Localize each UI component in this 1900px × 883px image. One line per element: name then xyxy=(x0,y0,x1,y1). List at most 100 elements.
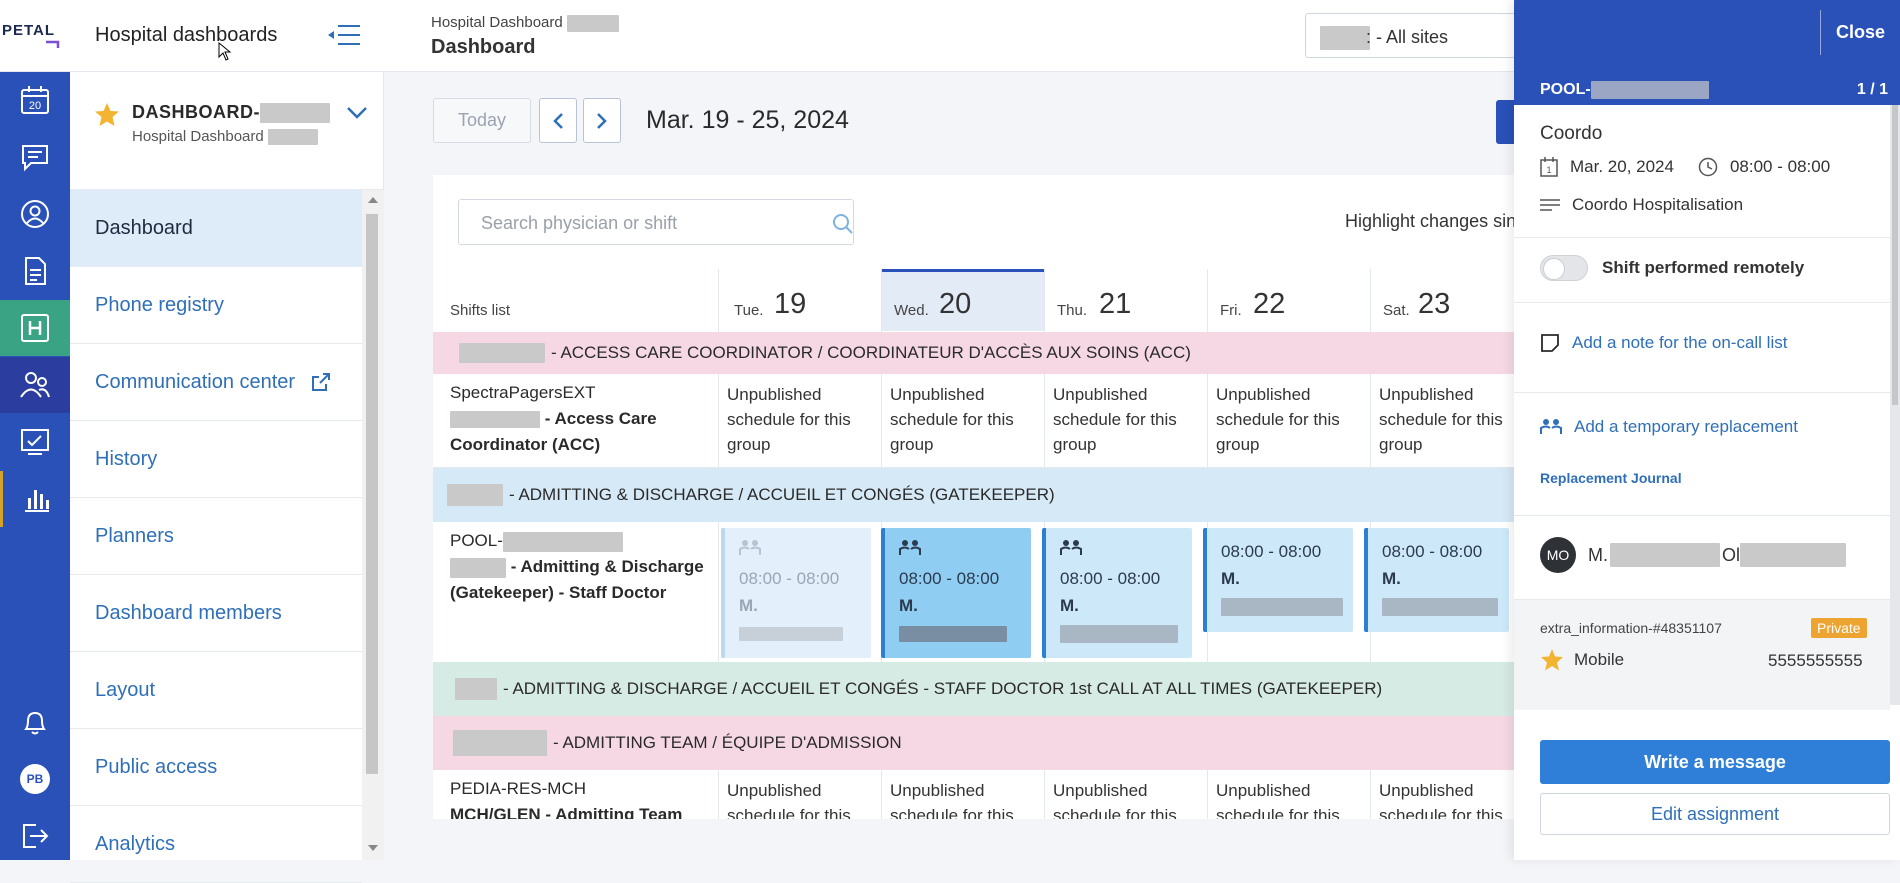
nav-item-phone-registry[interactable]: Phone registry xyxy=(70,267,362,344)
next-week-button[interactable] xyxy=(583,98,621,143)
date-range: Mar. 19 - 25, 2024 xyxy=(646,106,849,134)
chevron-down-icon[interactable] xyxy=(346,106,368,120)
chevron-right-icon xyxy=(597,112,607,129)
remote-toggle[interactable] xyxy=(1540,255,1588,281)
group-header-staff-first-call[interactable]: - ADMITTING & DISCHARGE / ACCUEIL ET CON… xyxy=(433,662,1515,716)
assigned-member[interactable]: MO M. Ol xyxy=(1540,537,1846,573)
nav-item-label: Public access xyxy=(95,755,218,778)
nav-item-planners[interactable]: Planners xyxy=(70,498,362,575)
replacement-journal-link[interactable]: Replacement Journal xyxy=(1540,470,1682,486)
rail-logout[interactable] xyxy=(0,808,70,864)
shift-label[interactable]: POOL- - Admitting & Discharge (Gatekeepe… xyxy=(450,528,704,606)
nav-item-communication-center[interactable]: Communication center xyxy=(70,344,362,421)
rail-calendar[interactable]: 20 xyxy=(0,72,70,128)
close-button[interactable]: Close xyxy=(1820,10,1900,55)
redacted-block xyxy=(450,411,540,429)
nav-item-label: Phone registry xyxy=(95,293,224,316)
scroll-thumb[interactable] xyxy=(366,214,378,774)
result-count: 1 / 1 xyxy=(1856,81,1888,98)
day-header-thu[interactable]: Thu. 21 xyxy=(1044,269,1207,331)
shift-detail-panel: Close POOL- 1 / 1 Coordo 1 Mar. 20, 2024… xyxy=(1514,0,1900,860)
scroll-thumb[interactable] xyxy=(1892,105,1898,405)
day-header-fri[interactable]: Fri. 22 xyxy=(1207,269,1370,331)
phone-row[interactable]: Mobile xyxy=(1540,648,1624,672)
clock-icon xyxy=(1698,157,1718,177)
shift-row-gatekeeper: POOL- - Admitting & Discharge (Gatekeepe… xyxy=(433,522,1515,660)
nav-item-history[interactable]: History xyxy=(70,421,362,498)
redacted-block xyxy=(739,626,843,641)
edit-assignment-button[interactable]: Edit assignment xyxy=(1540,793,1890,835)
redacted-block xyxy=(502,531,623,552)
pool-label: POOL- xyxy=(1540,81,1709,99)
shift-label[interactable]: SpectraPagersEXT - Access Care Coordinat… xyxy=(450,380,657,458)
nav-item-dashboard[interactable]: Dashboard xyxy=(70,190,362,267)
shift-label[interactable]: PEDIA-RES-MCH MCH/GLEN - Admitting Team xyxy=(450,776,682,819)
day-of-week: Thu. xyxy=(1057,302,1088,319)
nav-item-analytics[interactable]: Analytics xyxy=(70,806,362,883)
group-header-admitting[interactable]: - ADMITTING & DISCHARGE / ACCUEIL ET CON… xyxy=(433,468,1515,522)
breadcrumb[interactable]: Hospital Dashboard xyxy=(431,14,619,32)
redacted-block xyxy=(453,730,547,756)
shifts-list-header: Shifts list xyxy=(433,269,718,331)
rail-reports[interactable] xyxy=(0,414,70,470)
extra-info: extra_information-#48351107 xyxy=(1540,620,1722,636)
remote-toggle-row[interactable]: Shift performed remotely xyxy=(1540,255,1804,281)
rail-analytics[interactable] xyxy=(0,471,70,527)
scroll-up-icon[interactable] xyxy=(368,197,378,203)
site-select[interactable]: : - All sites xyxy=(1305,13,1525,58)
rail-hospital[interactable] xyxy=(0,300,70,356)
nav-scrollbar[interactable] xyxy=(362,190,384,860)
prev-week-button[interactable] xyxy=(539,98,577,143)
add-note-link[interactable]: Add a note for the on-call list xyxy=(1540,333,1787,353)
icon-rail: 20 PB xyxy=(0,72,70,860)
shift-time: 08:00 - 08:00 xyxy=(899,569,1000,588)
divider xyxy=(1514,237,1890,238)
nav-item-dashboard-members[interactable]: Dashboard members xyxy=(70,575,362,652)
shift-label-line: (Gatekeeper) - Staff Doctor xyxy=(450,583,667,602)
redacted-block xyxy=(1590,81,1709,99)
day-header-tue[interactable]: Tue. 19 xyxy=(718,269,881,331)
rail-documents[interactable] xyxy=(0,243,70,299)
day-header-wed[interactable]: Wed. 20 xyxy=(881,269,1044,331)
shift-label-line: POOL- xyxy=(450,531,503,550)
shift-title: Coordo xyxy=(1540,123,1602,145)
search-input[interactable]: Search physician or shift xyxy=(458,199,854,245)
calendar-day-icon: 1 xyxy=(1540,157,1558,177)
shift-card[interactable]: 08:00 - 08:00 M. xyxy=(721,528,871,658)
nav-list: Dashboard Phone registry Communication c… xyxy=(70,190,362,883)
collapse-menu-icon[interactable] xyxy=(326,22,362,48)
phone-number[interactable]: 5555555555 xyxy=(1768,651,1863,671)
chat-icon xyxy=(22,145,48,172)
redacted-block xyxy=(1221,597,1343,616)
rail-team[interactable] xyxy=(0,357,70,413)
nav-item-public-access[interactable]: Public access xyxy=(70,729,362,806)
nav-panel: DASHBOARD- Hospital Dashboard Dashboard … xyxy=(70,72,384,883)
search-icon[interactable] xyxy=(832,213,854,235)
rail-notifications[interactable] xyxy=(0,694,70,750)
group-header-admitting-team[interactable]: - ADMITTING TEAM / ÉQUIPE D'ADMISSION xyxy=(433,716,1515,770)
scroll-down-icon[interactable] xyxy=(368,845,378,851)
text-lines-icon xyxy=(1540,199,1560,211)
add-replacement-link[interactable]: Add a temporary replacement xyxy=(1540,417,1798,437)
rail-profile[interactable] xyxy=(0,186,70,242)
day-header-sat[interactable]: Sat. 23 xyxy=(1370,269,1515,331)
dashboard-selector[interactable]: DASHBOARD- Hospital Dashboard xyxy=(70,72,384,190)
shift-card[interactable]: 08:00 - 08:00 M. xyxy=(1042,528,1192,658)
group-header-acc[interactable]: - ACCESS CARE COORDINATOR / COORDINATEUR… xyxy=(433,332,1515,374)
view-button-edge[interactable] xyxy=(1496,100,1516,144)
panel-scrollbar[interactable] xyxy=(1890,105,1900,705)
write-message-button[interactable]: Write a message xyxy=(1540,740,1890,784)
petal-logo[interactable]: PETAL xyxy=(0,0,70,72)
today-button[interactable]: Today xyxy=(433,98,531,143)
rail-account[interactable]: PB xyxy=(0,751,70,807)
rail-messages[interactable] xyxy=(0,129,70,185)
redacted-block xyxy=(1382,597,1498,616)
nav-item-label: Analytics xyxy=(95,832,176,855)
group-title: - ACCESS CARE COORDINATOR / COORDINATEUR… xyxy=(551,343,1191,362)
shift-card[interactable]: 08:00 - 08:00 M. xyxy=(1203,528,1353,632)
user-circle-icon xyxy=(21,200,49,228)
shift-card[interactable]: 08:00 - 08:00 M. xyxy=(1364,528,1509,632)
shift-card-selected[interactable]: 08:00 - 08:00 M. xyxy=(881,528,1031,658)
nav-item-layout[interactable]: Layout xyxy=(70,652,362,729)
nav-item-label: History xyxy=(95,447,158,470)
